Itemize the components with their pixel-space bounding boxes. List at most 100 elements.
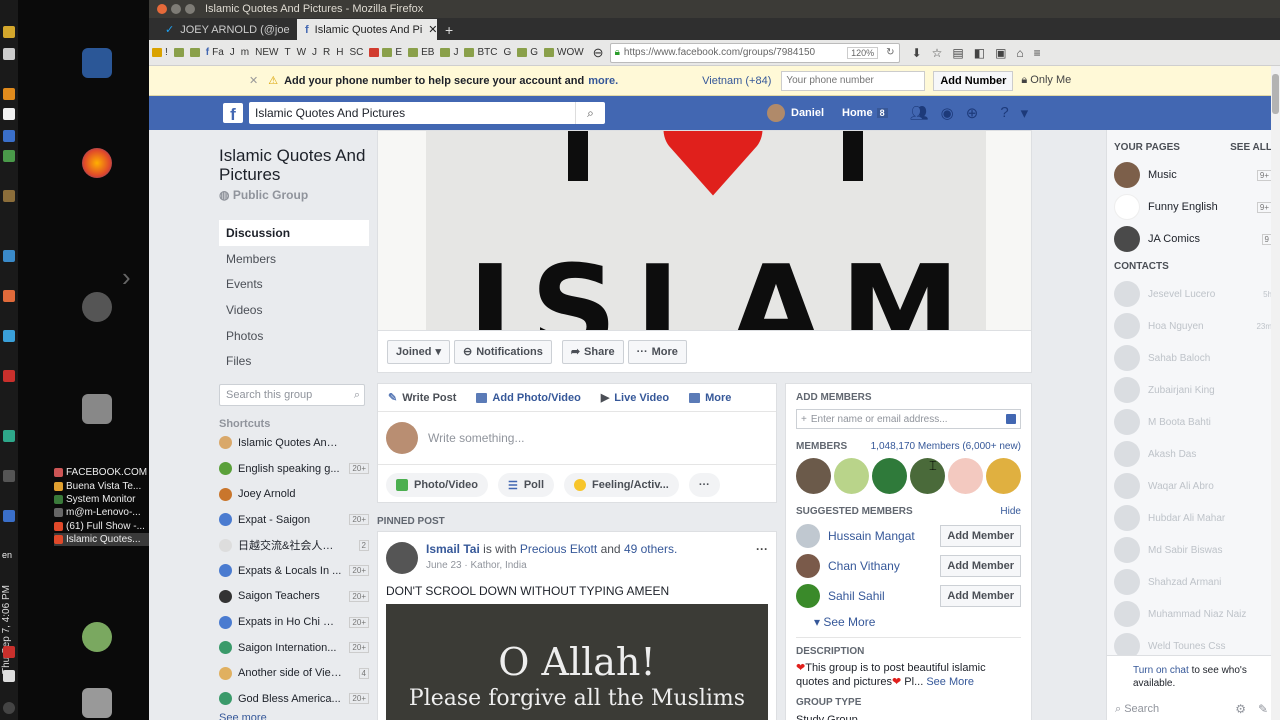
bookmark-item[interactable]: BTC — [461, 47, 500, 58]
turn-on-chat-link[interactable]: Turn on chat — [1133, 665, 1189, 676]
language-indicator[interactable]: en — [2, 550, 12, 560]
download-icon[interactable]: ⬇ — [912, 46, 922, 60]
app-icon[interactable] — [3, 108, 15, 120]
group-cover-photo[interactable]: ISLAM — [377, 130, 1032, 331]
post-author-link[interactable]: Ismail Tai — [426, 542, 480, 556]
search-icon[interactable]: ⌕ — [354, 389, 360, 402]
app-icon[interactable] — [3, 290, 15, 302]
shortcut-item[interactable]: Expats in Ho Chi Mi... 20+ — [219, 609, 369, 635]
chat-search-input[interactable]: ⌕ Search — [1115, 703, 1159, 716]
nav-photos[interactable]: Photos — [219, 323, 369, 349]
phone-input[interactable] — [781, 70, 926, 91]
app-icon[interactable] — [3, 48, 15, 60]
avatar[interactable] — [910, 458, 945, 494]
contact-item[interactable]: Shahzad Armani — [1107, 566, 1280, 598]
close-tab-icon[interactable]: ✕ — [428, 23, 437, 36]
app-icon[interactable] — [3, 330, 15, 342]
avatar[interactable] — [386, 542, 418, 574]
bookmark-item[interactable]: f Fa — [203, 47, 227, 58]
browser-tab-active[interactable]: f Islamic Quotes And Pi ✕ — [297, 19, 437, 40]
compose-icon[interactable]: ✎ — [1258, 702, 1268, 716]
shortcut-item[interactable]: Islamic Quotes And Pict... — [219, 430, 369, 456]
add-number-button[interactable]: Add Number — [933, 70, 1014, 91]
nav-members[interactable]: Members — [219, 246, 369, 272]
page-scrollbar[interactable] — [1271, 66, 1280, 720]
bookmark-item[interactable]: E — [366, 47, 405, 58]
app-icon[interactable] — [3, 190, 15, 202]
facebook-search-input[interactable]: Islamic Quotes And Pictures ⌕ — [249, 102, 605, 124]
nav-files[interactable]: Files — [219, 348, 369, 374]
filezilla-icon[interactable] — [3, 370, 15, 382]
bookmark-item[interactable]: J — [437, 47, 461, 58]
browser-tab[interactable]: ✓ JOEY ARNOLD (@joe ✕ — [157, 19, 297, 40]
group-title[interactable]: Islamic Quotes And Pictures — [219, 146, 369, 184]
contact-item[interactable]: Waqar Ali Abro — [1107, 470, 1280, 502]
close-icon[interactable]: ✕ — [249, 74, 258, 87]
contact-item[interactable]: M Boota Bahti — [1107, 406, 1280, 438]
ubuntu-icon[interactable] — [82, 292, 112, 322]
bookmark-item[interactable]: G — [514, 47, 541, 58]
minimize-window-button[interactable] — [171, 4, 181, 14]
country-selector[interactable]: Vietnam (+84) — [702, 75, 771, 87]
library-icon[interactable]: ▤ — [952, 46, 963, 60]
add-member-button[interactable]: Add Member — [940, 525, 1021, 547]
bookmark-item[interactable]: G — [500, 47, 514, 58]
page-item[interactable]: Funny English 9+ — [1107, 191, 1280, 223]
contact-item[interactable]: Md Sabir Biswas — [1107, 534, 1280, 566]
friend-requests-icon[interactable]: 👥︎ — [910, 104, 929, 122]
app-icon[interactable] — [3, 250, 15, 262]
more-tab[interactable]: More — [689, 392, 731, 404]
avatar[interactable] — [796, 458, 831, 494]
post-meta[interactable]: June 23 · Kathor, India — [426, 560, 677, 571]
see-all-link[interactable]: SEE ALL — [1230, 142, 1272, 153]
post-image[interactable]: O Allah! Please forgive all the Muslims — [386, 604, 768, 720]
app-icon[interactable] — [3, 430, 15, 442]
bookmark-item[interactable]: WOW — [541, 47, 587, 58]
menu-icon[interactable]: ≡ — [1034, 46, 1041, 60]
extension-icon[interactable]: ▣ — [995, 46, 1006, 60]
close-window-button[interactable] — [157, 4, 167, 14]
app-icon[interactable] — [3, 130, 15, 142]
add-member-button[interactable]: Add Member — [940, 585, 1021, 607]
bookmark-item[interactable] — [171, 48, 187, 57]
shortcut-item[interactable]: Expats & Locals In ... 20+ — [219, 558, 369, 584]
bookmark-item[interactable]: EB — [405, 47, 437, 58]
archive-icon[interactable] — [82, 394, 112, 424]
avatar[interactable] — [948, 458, 983, 494]
more-button[interactable]: ··· More — [627, 339, 687, 364]
app-icon[interactable] — [3, 88, 15, 100]
facebook-logo-icon[interactable]: f — [223, 103, 243, 123]
shortcut-item[interactable]: Another side of Vietn... 4 — [219, 660, 369, 686]
add-member-button[interactable]: Add Member — [940, 555, 1021, 577]
avatar[interactable] — [796, 554, 820, 578]
avatar[interactable] — [872, 458, 907, 494]
power-icon[interactable] — [3, 702, 15, 714]
pocket-icon[interactable]: ◧ — [974, 46, 985, 60]
avatar[interactable] — [986, 458, 1021, 494]
shortcut-item[interactable]: Joey Arnold — [219, 481, 369, 507]
contact-item[interactable]: Akash Das — [1107, 438, 1280, 470]
poll-pill[interactable]: ☰ Poll — [497, 473, 555, 497]
add-photo-video-tab[interactable]: Add Photo/Video — [476, 392, 581, 404]
filezilla-icon[interactable] — [3, 646, 15, 658]
more-options-pill[interactable]: ··· — [688, 473, 720, 497]
joined-button[interactable]: Joined ▾ — [387, 339, 450, 364]
shortcut-item[interactable]: Saigon Teachers 20+ — [219, 584, 369, 610]
zoom-indicator[interactable]: 120% — [847, 46, 879, 59]
bookmark-item[interactable]: W — [294, 47, 309, 58]
suggested-member-name[interactable]: Chan Vithany — [828, 559, 900, 573]
live-video-tab[interactable]: ▶ Live Video — [601, 391, 669, 405]
others-link[interactable]: 49 others. — [624, 542, 677, 556]
nav-events[interactable]: Events — [219, 271, 369, 297]
bookmark-item[interactable]: H — [333, 47, 346, 58]
firefox-icon[interactable] — [82, 148, 112, 178]
shortcut-item[interactable]: English speaking g... 20+ — [219, 456, 369, 482]
bookmark-item[interactable]: NEW — [252, 47, 281, 58]
settings-gear-icon[interactable]: ⚙ — [1235, 702, 1246, 716]
reload-icon[interactable]: ↻ — [886, 47, 894, 58]
notice-more-link[interactable]: more. — [588, 75, 618, 87]
user-icon[interactable] — [82, 622, 112, 652]
bookmark-item[interactable] — [187, 48, 203, 57]
bookmark-item[interactable]: R — [320, 47, 333, 58]
bookmark-item[interactable]: ! — [149, 47, 171, 58]
